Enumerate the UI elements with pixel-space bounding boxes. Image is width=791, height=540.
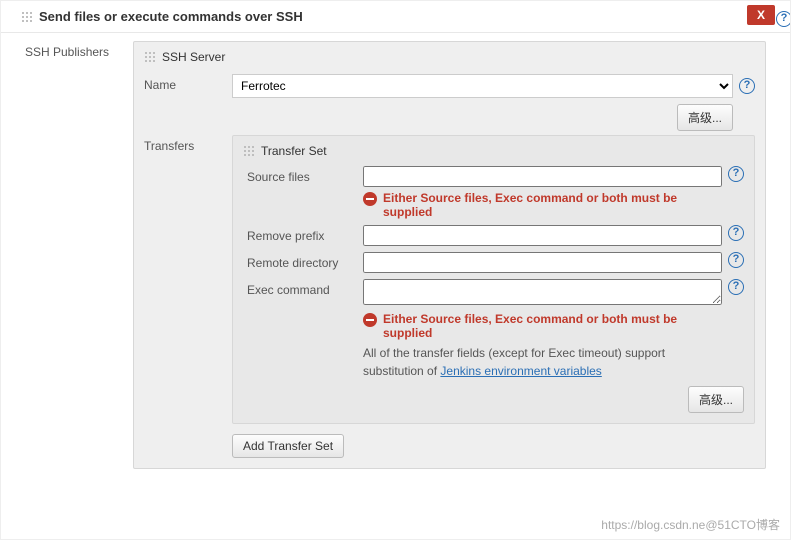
ssh-publishers-label: SSH Publishers	[13, 41, 133, 469]
source-files-input[interactable]	[363, 166, 722, 187]
close-button[interactable]: X	[747, 5, 775, 25]
advanced-button[interactable]: 高级...	[688, 386, 744, 413]
exec-command-label: Exec command	[243, 279, 363, 297]
help-icon[interactable]: ?	[728, 252, 744, 268]
error-icon	[363, 313, 377, 327]
remove-prefix-label: Remove prefix	[243, 225, 363, 243]
section-header: Send files or execute commands over SSH	[1, 1, 790, 33]
ssh-server-panel-label: SSH Server	[162, 50, 225, 64]
source-files-label: Source files	[243, 166, 363, 184]
drag-handle-icon[interactable]	[243, 145, 255, 157]
error-message: Either Source files, Exec command or bot…	[363, 191, 722, 219]
exec-command-input[interactable]	[363, 279, 722, 305]
ssh-server-name-select[interactable]: Ferrotec	[232, 74, 733, 98]
watermark-text: https://blog.csdn.ne@51CTO博客	[601, 516, 780, 533]
drag-handle-icon[interactable]	[21, 11, 33, 23]
drag-handle-icon[interactable]	[144, 51, 156, 63]
advanced-button[interactable]: 高级...	[677, 104, 733, 131]
section-title-text: Send files or execute commands over SSH	[39, 9, 303, 24]
remote-directory-label: Remote directory	[243, 252, 363, 270]
help-icon[interactable]: ?	[728, 279, 744, 295]
transfers-label: Transfers	[144, 131, 232, 458]
add-transfer-set-button[interactable]: Add Transfer Set	[232, 434, 344, 458]
help-icon[interactable]: ?	[776, 11, 791, 27]
transfer-set-panel-label: Transfer Set	[261, 144, 327, 158]
help-icon[interactable]: ?	[728, 166, 744, 182]
remote-directory-input[interactable]	[363, 252, 722, 273]
remove-prefix-input[interactable]	[363, 225, 722, 246]
error-icon	[363, 192, 377, 206]
help-icon[interactable]: ?	[739, 78, 755, 94]
error-message: Either Source files, Exec command or bot…	[363, 312, 722, 340]
name-label: Name	[144, 70, 232, 131]
substitution-note: All of the transfer fields (except for E…	[363, 344, 722, 380]
ssh-server-panel: SSH Server Name Ferrotec ? 高级...	[133, 41, 766, 469]
jenkins-env-vars-link[interactable]: Jenkins environment variables	[440, 364, 601, 378]
transfer-set-panel: Transfer Set Source files Either Source …	[232, 135, 755, 424]
help-icon[interactable]: ?	[728, 225, 744, 241]
ssh-publish-section: X ? Send files or execute commands over …	[0, 0, 791, 540]
